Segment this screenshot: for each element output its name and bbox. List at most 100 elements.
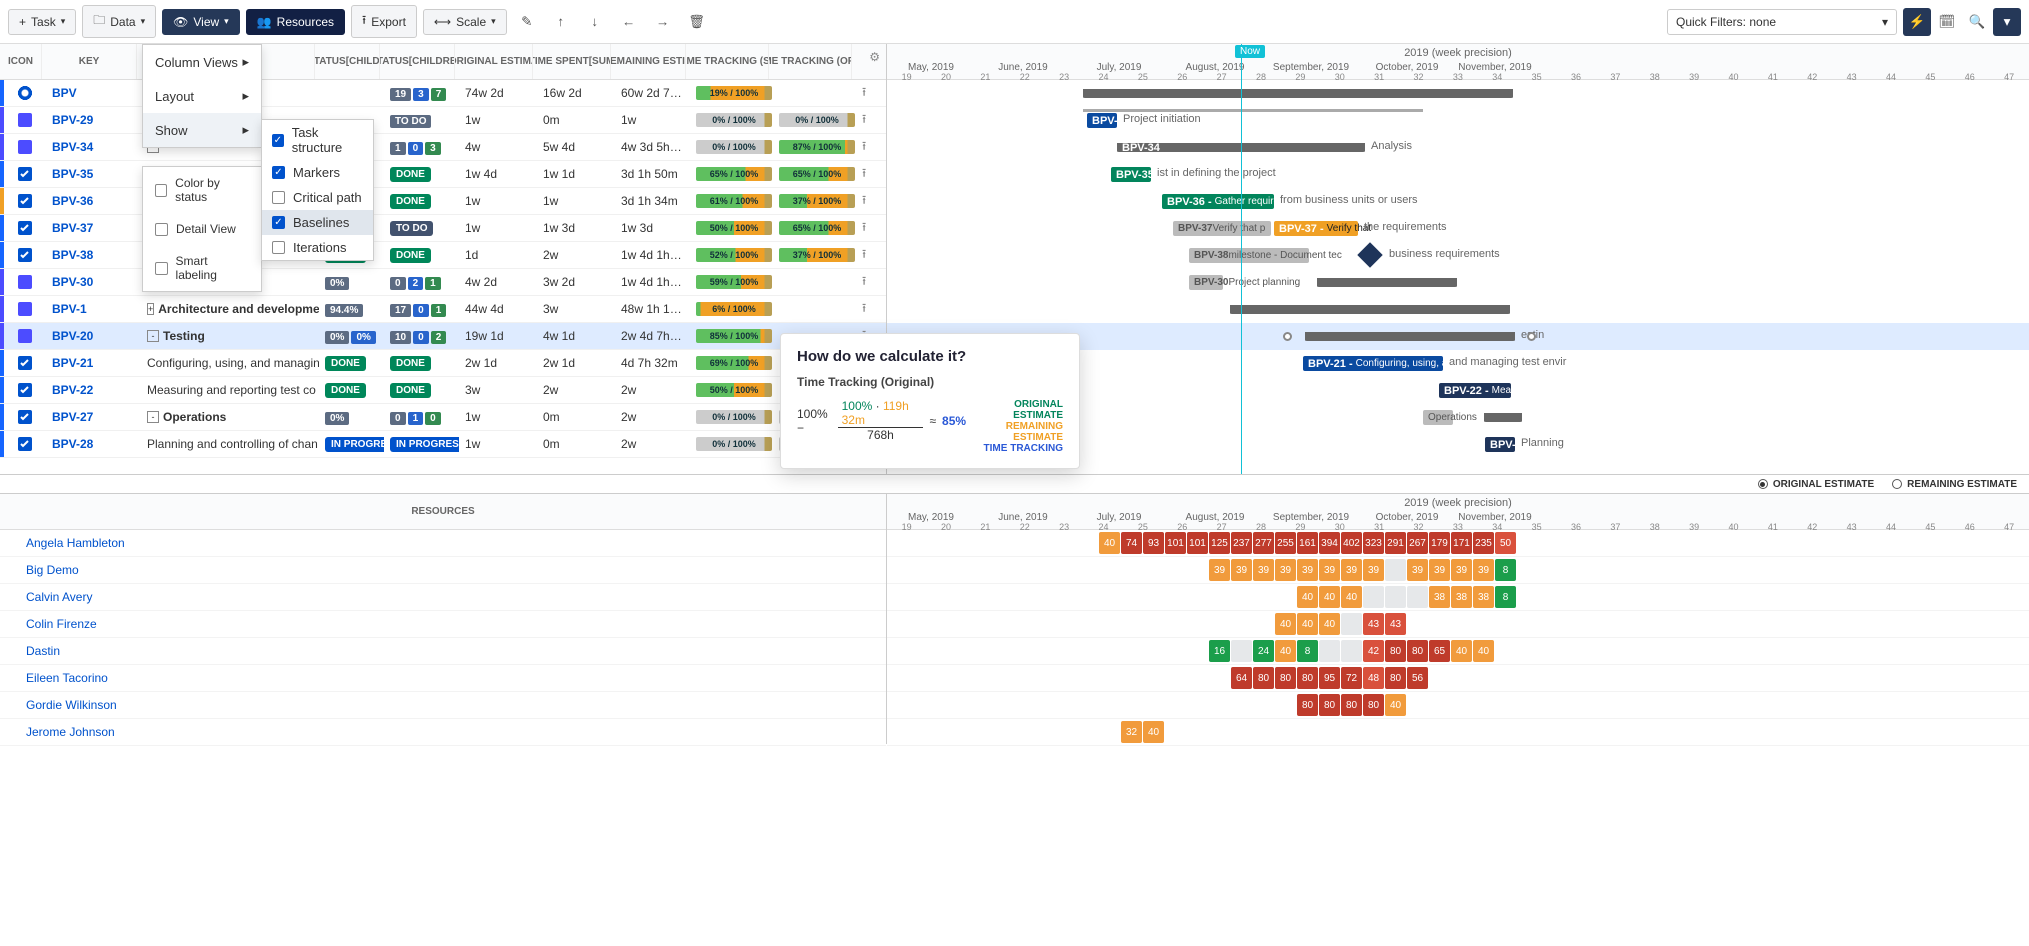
heat-cell[interactable]: 24 — [1253, 640, 1274, 662]
heat-cell[interactable]: 32 — [1121, 721, 1142, 743]
col-remaining[interactable]: REMAINING ESTIM — [611, 44, 686, 79]
issue-key[interactable]: BPV-38 — [46, 248, 141, 262]
trash-icon[interactable]: 🗑 — [683, 8, 711, 36]
heat-cell[interactable]: 267 — [1407, 532, 1428, 554]
resource-row[interactable]: Jerome Johnson — [0, 719, 886, 746]
heat-cell[interactable]: 8 — [1297, 640, 1318, 662]
heat-cell[interactable]: 93 — [1143, 532, 1164, 554]
task-button[interactable]: +Task▾ — [8, 9, 76, 35]
heat-cell[interactable]: 64 — [1231, 667, 1252, 689]
quick-filters-select[interactable]: Quick Filters: none▾ — [1667, 9, 1897, 35]
issue-key[interactable]: BPV-1 — [46, 302, 141, 316]
gantt-bar[interactable] — [1305, 332, 1515, 341]
heat-cell[interactable]: 39 — [1209, 559, 1230, 581]
arrow-down-icon[interactable]: ↓ — [581, 8, 609, 36]
heat-cell[interactable]: 56 — [1407, 667, 1428, 689]
gantt-bar[interactable]: BPV-35 — [1111, 167, 1151, 182]
heat-cell[interactable]: 39 — [1429, 559, 1450, 581]
gantt-bar[interactable] — [1317, 278, 1457, 287]
heat-cell[interactable]: 40 — [1319, 613, 1340, 635]
gantt-bar[interactable]: BPV-36 - Gather requireme — [1162, 194, 1274, 209]
issue-key[interactable]: BPV-29 — [46, 113, 141, 127]
heat-cell[interactable]: 101 — [1165, 532, 1186, 554]
gantt-bar[interactable]: BPV- — [1485, 437, 1515, 452]
heat-cell[interactable]: 101 — [1187, 532, 1208, 554]
heat-cell[interactable]: 323 — [1363, 532, 1384, 554]
view-button[interactable]: 👁View▾ — [162, 9, 240, 35]
heat-cell[interactable]: 80 — [1297, 694, 1318, 716]
issue-key[interactable]: BPV-20 — [46, 329, 141, 343]
heat-cell[interactable]: 125 — [1209, 532, 1230, 554]
heat-cell[interactable]: 255 — [1275, 532, 1296, 554]
tree-toggle[interactable]: + — [147, 303, 154, 315]
heat-cell[interactable]: 40 — [1297, 586, 1318, 608]
heat-cell[interactable]: 39 — [1407, 559, 1428, 581]
issue-key[interactable]: BPV-30 — [46, 275, 141, 289]
heat-cell[interactable]: 277 — [1253, 532, 1274, 554]
menu-markers[interactable]: ✓Markers — [262, 160, 373, 185]
heat-cell[interactable]: 40 — [1143, 721, 1164, 743]
heat-cell[interactable]: 402 — [1341, 532, 1362, 554]
issue-key[interactable]: BPV — [46, 86, 141, 100]
heat-cell[interactable]: 80 — [1253, 667, 1274, 689]
data-button[interactable]: 🗀Data▾ — [82, 5, 156, 38]
heat-cell[interactable]: 80 — [1341, 694, 1362, 716]
heat-cell[interactable]: 80 — [1297, 667, 1318, 689]
heat-cell[interactable]: 291 — [1385, 532, 1406, 554]
col-tracking-orig[interactable]: TIME TRACKING (ORIG — [769, 44, 852, 79]
heat-cell[interactable]: 40 — [1473, 640, 1494, 662]
resources-button[interactable]: 👥Resources — [246, 9, 345, 35]
col-key[interactable]: KEY — [42, 44, 137, 79]
heat-cell[interactable]: 65 — [1429, 640, 1450, 662]
heat-cell[interactable]: 40 — [1385, 694, 1406, 716]
heat-cell[interactable]: 40 — [1319, 586, 1340, 608]
issue-key[interactable]: BPV-27 — [46, 410, 141, 424]
col-status-children[interactable]: STATUS[CHILDREN — [380, 44, 455, 79]
heat-cell[interactable]: 80 — [1275, 667, 1296, 689]
bolt-icon[interactable]: ⚡ — [1903, 8, 1931, 36]
heat-cell[interactable]: 39 — [1275, 559, 1296, 581]
gantt-bar[interactable] — [1083, 89, 1513, 98]
expand-up-icon[interactable]: ⭱ — [856, 110, 886, 131]
expand-up-icon[interactable]: ⭱ — [856, 218, 886, 239]
table-row[interactable]: BPV-21Configuring, using, and managinDON… — [0, 350, 886, 377]
heat-cell[interactable]: 237 — [1231, 532, 1252, 554]
calendar-icon[interactable]: 🗓 — [1933, 8, 1961, 36]
arrow-right-icon[interactable]: → — [649, 8, 677, 36]
heat-cell[interactable]: 72 — [1341, 667, 1362, 689]
table-row[interactable]: BPV-193774w 2d16w 2d60w 2d 7h 40m19% / 1… — [0, 80, 886, 107]
heat-cell[interactable]: 8 — [1495, 559, 1516, 581]
more-menu-button[interactable]: ▾ — [1993, 8, 2021, 36]
heat-cell[interactable]: 40 — [1275, 640, 1296, 662]
heat-cell[interactable]: 40 — [1451, 640, 1472, 662]
radio-original-estimate[interactable]: ORIGINAL ESTIMATE — [1758, 479, 1874, 490]
view-dropdown[interactable]: Column Views▸ Layout▸ Show▸ — [142, 44, 262, 148]
col-tracking-sp[interactable]: TIME TRACKING (SP — [686, 44, 769, 79]
heat-cell[interactable]: 235 — [1473, 532, 1494, 554]
heat-cell[interactable]: 39 — [1341, 559, 1362, 581]
heat-cell[interactable]: 39 — [1319, 559, 1340, 581]
gantt-bar[interactable] — [1484, 413, 1522, 422]
menu-detail-view[interactable]: Detail View — [143, 213, 261, 245]
tree-toggle[interactable]: - — [147, 411, 159, 423]
expand-up-icon[interactable]: ⭱ — [856, 245, 886, 266]
table-row[interactable]: BPV-1+Architecture and development94.4%0… — [0, 296, 886, 323]
menu-iterations[interactable]: Iterations — [262, 235, 373, 260]
expand-up-icon[interactable]: ⭱ — [856, 83, 886, 104]
table-row[interactable]: BPV-38milestone - Document technicalDONE… — [0, 242, 886, 269]
issue-key[interactable]: BPV-34 — [46, 140, 141, 154]
menu-show[interactable]: Show▸ — [143, 113, 261, 147]
table-row[interactable]: BPV-22Measuring and reporting test coDON… — [0, 377, 886, 404]
heat-cell[interactable]: 39 — [1473, 559, 1494, 581]
resource-row[interactable]: Gordie Wilkinson — [0, 692, 886, 719]
col-time-spent[interactable]: TIME SPENT[SUM — [533, 44, 611, 79]
issue-key[interactable]: BPV-35 — [46, 167, 141, 181]
heat-cell[interactable]: 80 — [1385, 640, 1406, 662]
heat-cell[interactable]: 95 — [1319, 667, 1340, 689]
arrow-left-icon[interactable]: ← — [615, 8, 643, 36]
search-icon[interactable]: 🔍 — [1963, 8, 1991, 36]
view-dropdown-extra[interactable]: Color by status Detail View Smart labeli… — [142, 166, 262, 292]
edit-icon[interactable]: ✎ — [513, 8, 541, 36]
table-row[interactable]: BPV-29TO DO1w0m1w0% / 100%0% / 100%⭱ — [0, 107, 886, 134]
heat-cell[interactable]: 50 — [1495, 532, 1516, 554]
